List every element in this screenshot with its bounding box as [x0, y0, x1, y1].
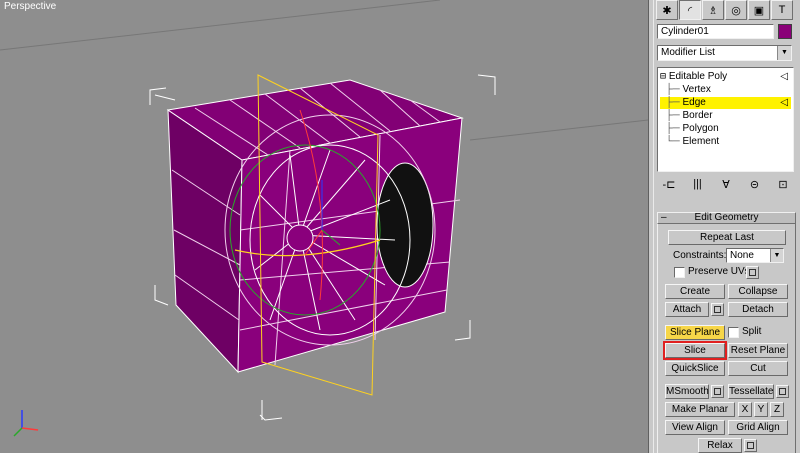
cylinder-cap-center — [286, 224, 314, 252]
collapse-button[interactable]: Collapse — [728, 284, 788, 299]
motion-tab[interactable]: ◎ — [725, 0, 747, 20]
perspective-viewport[interactable]: Perspective — [0, 0, 648, 453]
stack-item-element[interactable]: └─ Element — [660, 136, 791, 148]
planar-z-button[interactable]: Z — [770, 402, 784, 417]
configure-modifier-sets-icon[interactable]: ⊡ — [774, 178, 792, 194]
view-align-button[interactable]: View Align — [665, 420, 725, 435]
collapse-minus-icon: ⊟ — [660, 71, 667, 82]
hierarchy-tab[interactable]: ♗ — [702, 0, 724, 20]
command-panel: ✱ ◜ ♗ ◎ ▣ T Cylinder01 Modifier List ▼ ⊟… — [654, 0, 800, 453]
world-axis-icon — [13, 410, 39, 437]
cylinder-hole-back — [376, 162, 434, 288]
stack-item-edge[interactable]: ├─ Edge ◁ — [660, 97, 791, 109]
object-color-swatch[interactable] — [778, 24, 792, 39]
constraints-label: Constraints: — [673, 250, 727, 261]
edit-geometry-rollout: Repeat Last Constraints: None ▼ Preserve… — [657, 224, 796, 453]
grid-align-button[interactable]: Grid Align — [728, 420, 788, 435]
split-label: Split — [742, 326, 762, 337]
show-end-result-icon[interactable]: ||| — [689, 178, 707, 194]
split-checkbox[interactable] — [728, 327, 739, 338]
pin-stack-icon[interactable]: -⊏ — [660, 178, 678, 194]
stack-item-vertex[interactable]: ├─ Vertex — [660, 84, 791, 96]
object-name-field[interactable]: Cylinder01 — [657, 24, 774, 39]
preserve-uvs-settings-icon[interactable] — [746, 266, 759, 279]
display-tab[interactable]: ▣ — [748, 0, 770, 20]
stack-item-editable-poly[interactable]: ⊟ Editable Poly ◁ — [660, 71, 791, 83]
create-button[interactable]: Create — [665, 284, 725, 299]
tessellate-button[interactable]: Tessellate — [728, 384, 774, 399]
utilities-tab[interactable]: T — [771, 0, 793, 20]
detach-button[interactable]: Detach — [728, 302, 788, 317]
pin-icon: ◁ — [780, 97, 788, 108]
attach-settings-icon[interactable] — [711, 303, 724, 316]
reset-plane-button[interactable]: Reset Plane — [728, 343, 788, 358]
viewport-scene — [0, 0, 648, 437]
slice-button[interactable]: Slice — [663, 341, 727, 360]
attach-button[interactable]: Attach — [665, 302, 709, 317]
slice-plane-button[interactable]: Slice Plane — [665, 325, 725, 340]
preserve-uvs-checkbox[interactable] — [674, 267, 685, 278]
remove-modifier-icon[interactable]: ⊝ — [746, 178, 764, 194]
msmooth-settings-icon[interactable] — [711, 385, 724, 398]
modifier-list-dropdown[interactable]: Modifier List ▼ — [657, 45, 792, 61]
chevron-down-icon: ▼ — [770, 249, 783, 262]
repeat-last-button[interactable]: Repeat Last — [668, 230, 786, 245]
relax-button[interactable]: Relax — [698, 438, 742, 453]
stack-toolbar: -⊏ ||| ∀ ⊝ ⊡ — [660, 178, 792, 194]
cut-button[interactable]: Cut — [728, 361, 788, 376]
tessellate-settings-icon[interactable] — [776, 385, 789, 398]
chevron-down-icon: ▼ — [777, 46, 791, 60]
quickslice-button[interactable]: QuickSlice — [665, 361, 725, 376]
planar-y-button[interactable]: Y — [754, 402, 768, 417]
planar-x-button[interactable]: X — [738, 402, 752, 417]
preserve-uvs-label: Preserve UVs — [688, 266, 750, 277]
relax-settings-icon[interactable] — [744, 439, 757, 452]
make-planar-button[interactable]: Make Planar — [665, 402, 735, 417]
pin-icon: ◁ — [780, 71, 788, 82]
modify-tab[interactable]: ◜ — [679, 0, 701, 20]
stack-item-polygon[interactable]: ├─ Polygon — [660, 123, 791, 135]
command-panel-tabs: ✱ ◜ ♗ ◎ ▣ T — [656, 0, 798, 22]
modifier-stack: ⊟ Editable Poly ◁ ├─ Vertex ├─ Edge ◁ ├─ … — [657, 67, 794, 172]
constraints-dropdown[interactable]: None ▼ — [726, 248, 784, 263]
stack-item-border[interactable]: ├─ Border — [660, 110, 791, 122]
modifier-list-label: Modifier List — [661, 47, 715, 58]
msmooth-button[interactable]: MSmooth — [665, 384, 709, 399]
create-tab[interactable]: ✱ — [656, 0, 678, 20]
make-unique-icon[interactable]: ∀ — [717, 178, 735, 194]
edit-geometry-rollout-header[interactable]: – Edit Geometry — [657, 212, 796, 224]
collapse-minus-icon: – — [661, 212, 667, 223]
